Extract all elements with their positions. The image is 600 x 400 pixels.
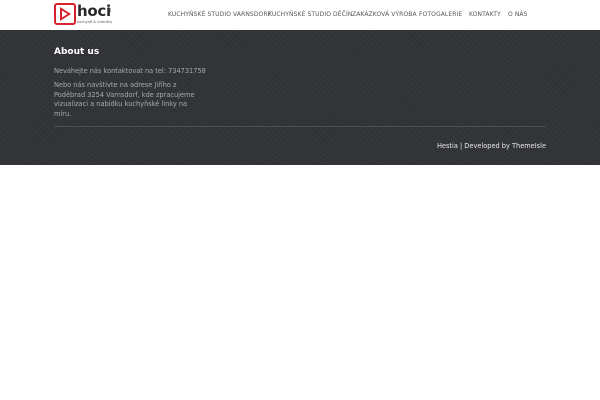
visit-address-text: Nebo nás navštivte na adrese Jiřího z Po… <box>54 81 195 118</box>
credit-separator: | Developed by <box>457 142 512 150</box>
credit-hestia-link[interactable]: Hestia <box>437 142 458 150</box>
footer-credits: Hestia | Developed by ThemeIsle <box>437 142 546 150</box>
site-header: hoci .cz kuchyně & interiéry Kuchyňské s… <box>0 0 600 30</box>
nav-item-about[interactable]: O nás <box>508 11 528 18</box>
nav-item-custom-production[interactable]: Zakázková výroba <box>352 11 417 18</box>
about-us-heading: About us <box>54 47 100 57</box>
footer-divider <box>54 126 546 127</box>
nav-item-contacts[interactable]: Kontakty <box>469 11 501 18</box>
nav-item-studio-decin[interactable]: Kuchyňské studio Děčín <box>268 11 352 18</box>
credit-themeisle-link[interactable]: ThemeIsle <box>512 142 546 150</box>
main-nav: Kuchyňské studio Varnsdorf Kuchyňské stu… <box>0 0 600 30</box>
contact-phone-text: Neváhejte nás kontaktovat na tel: 734731… <box>54 67 206 75</box>
nav-item-studio-varnsdorf[interactable]: Kuchyňské studio Varnsdorf <box>168 11 271 18</box>
site-footer: About us Neváhejte nás kontaktovat na te… <box>0 30 600 165</box>
nav-item-photo-gallery[interactable]: Fotogalerie <box>419 11 462 18</box>
